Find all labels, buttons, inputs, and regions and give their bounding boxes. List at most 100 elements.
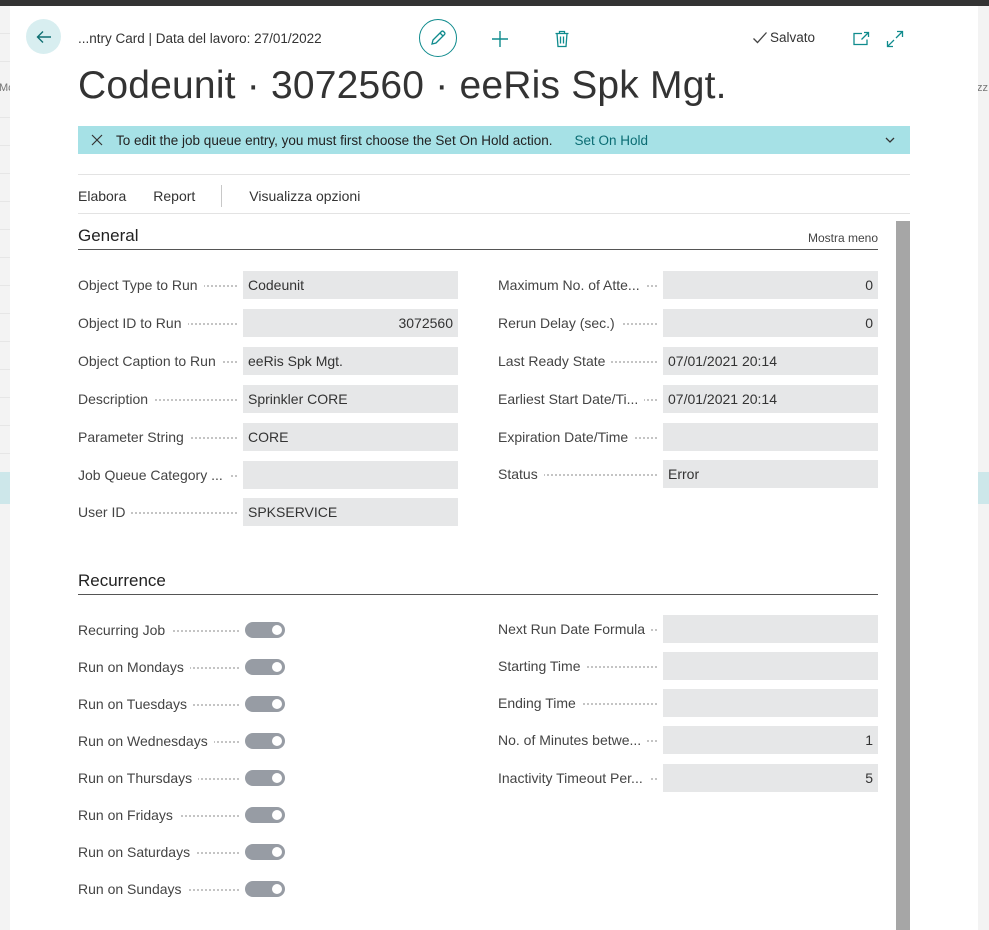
run-mondays-toggle[interactable] xyxy=(245,659,285,675)
field-description: Description Sprinkler CORE xyxy=(78,385,458,413)
field-run-mondays: Run on Mondays xyxy=(78,653,285,681)
max-attempts-input[interactable]: 0 xyxy=(663,271,878,299)
field-max-attempts: Maximum No. of Atte... 0 xyxy=(498,271,878,299)
object-id-input[interactable]: 3072560 xyxy=(243,309,458,337)
field-object-caption: Object Caption to Run eeRis Spk Mgt. xyxy=(78,347,458,375)
close-icon xyxy=(91,134,103,146)
field-label: Ending Time xyxy=(498,695,582,711)
field-next-run-date-formula: Next Run Date Formula xyxy=(498,615,878,643)
show-less-link[interactable]: Mostra meno xyxy=(808,231,878,245)
field-label: Run on Wednesdays xyxy=(78,733,214,749)
field-status: Status Error xyxy=(498,460,878,488)
expand-button[interactable] xyxy=(884,28,906,50)
action-bar: Elabora Report Visualizza opzioni xyxy=(78,185,387,207)
action-process[interactable]: Elabora xyxy=(78,188,126,204)
dismiss-notification-button[interactable] xyxy=(91,134,107,146)
expiration-input[interactable] xyxy=(663,423,878,451)
plus-icon xyxy=(492,31,508,47)
field-parameter-string: Parameter String CORE xyxy=(78,423,458,451)
popout-icon xyxy=(853,31,870,46)
field-label: Expiration Date/Time xyxy=(498,429,635,445)
section-recurrence-title[interactable]: Recurrence xyxy=(78,571,166,591)
field-label: Object Caption to Run xyxy=(78,353,222,369)
saved-label: Salvato xyxy=(770,30,816,45)
chevron-down-icon xyxy=(885,137,895,143)
field-label: Run on Mondays xyxy=(78,659,190,675)
run-fridays-toggle[interactable] xyxy=(245,807,285,823)
field-label: Recurring Job xyxy=(78,622,172,638)
object-caption-input[interactable]: eeRis Spk Mgt. xyxy=(243,347,458,375)
field-label: User ID xyxy=(78,504,132,520)
run-sundays-toggle[interactable] xyxy=(245,881,285,897)
delete-button[interactable] xyxy=(550,27,574,51)
set-on-hold-link[interactable]: Set On Hold xyxy=(575,133,649,148)
run-saturdays-toggle[interactable] xyxy=(245,844,285,860)
field-label: Inactivity Timeout Per... xyxy=(498,770,649,786)
inactivity-timeout-input[interactable]: 5 xyxy=(663,764,878,792)
run-wednesdays-toggle[interactable] xyxy=(245,733,285,749)
back-button[interactable] xyxy=(26,19,61,54)
saved-status: Salvato xyxy=(752,30,815,45)
rerun-delay-input[interactable]: 0 xyxy=(663,309,878,337)
field-label: Run on Tuesdays xyxy=(78,696,193,712)
starting-time-input[interactable] xyxy=(663,652,878,680)
field-run-saturdays: Run on Saturdays xyxy=(78,838,285,866)
user-id-input[interactable]: SPKSERVICE xyxy=(243,498,458,526)
checkmark-icon xyxy=(753,31,767,43)
scrollbar[interactable] xyxy=(896,221,910,930)
field-last-ready-state: Last Ready State 07/01/2021 20:14 xyxy=(498,347,878,375)
job-queue-entry-card: ...ntry Card | Data del lavoro: 27/01/20… xyxy=(10,6,978,930)
field-ending-time: Ending Time xyxy=(498,689,878,717)
field-label: Run on Saturdays xyxy=(78,844,197,860)
new-button[interactable] xyxy=(488,27,512,51)
background-text-fragment: zz xyxy=(977,82,988,94)
field-label: Run on Sundays xyxy=(78,881,188,897)
run-tuesdays-toggle[interactable] xyxy=(245,696,285,712)
field-label: Parameter String xyxy=(78,429,190,445)
field-label: Object ID to Run xyxy=(78,315,188,331)
field-label: Maximum No. of Atte... xyxy=(498,277,646,293)
ending-time-input[interactable] xyxy=(663,689,878,717)
parameter-string-input[interactable]: CORE xyxy=(243,423,458,451)
section-recurrence-header: Recurrence xyxy=(78,571,878,595)
status-input[interactable]: Error xyxy=(663,460,878,488)
field-minutes-between-runs: No. of Minutes betwe... 1 xyxy=(498,726,878,754)
object-type-input[interactable]: Codeunit xyxy=(243,271,458,299)
action-report[interactable]: Report xyxy=(153,188,195,204)
notification-expand-button[interactable] xyxy=(884,134,896,149)
action-separator xyxy=(221,185,223,207)
notification-bar: To edit the job queue entry, you must fi… xyxy=(78,126,910,154)
field-run-thursdays: Run on Thursdays xyxy=(78,764,285,792)
page-title: Codeunit · 3072560 · eeRis Spk Mgt. xyxy=(78,64,727,107)
open-new-window-button[interactable] xyxy=(850,29,872,49)
field-label: Rerun Delay (sec.) xyxy=(498,315,621,331)
field-recurring-job: Recurring Job xyxy=(78,616,285,644)
job-queue-category-input[interactable] xyxy=(243,461,458,489)
action-view-options[interactable]: Visualizza opzioni xyxy=(249,188,360,204)
recurring-job-toggle[interactable] xyxy=(245,622,285,638)
field-label: Run on Fridays xyxy=(78,807,179,823)
trash-icon xyxy=(555,30,569,48)
field-run-sundays: Run on Sundays xyxy=(78,875,285,903)
edit-button[interactable] xyxy=(419,19,457,57)
breadcrumb[interactable]: ...ntry Card | Data del lavoro: 27/01/20… xyxy=(78,31,322,46)
arrow-left-icon xyxy=(36,30,51,43)
section-general-title[interactable]: General xyxy=(78,226,138,246)
field-object-id: Object ID to Run 3072560 xyxy=(78,309,458,337)
field-run-tuesdays: Run on Tuesdays xyxy=(78,690,285,718)
field-earliest-start: Earliest Start Date/Ti... 07/01/2021 20:… xyxy=(498,385,878,413)
background-list-left: Mc xyxy=(0,6,14,930)
section-general-header: General Mostra meno xyxy=(78,226,878,250)
minutes-between-runs-input[interactable]: 1 xyxy=(663,726,878,754)
notification-message: To edit the job queue entry, you must fi… xyxy=(116,132,553,148)
next-run-date-formula-input[interactable] xyxy=(663,615,878,643)
last-ready-state-input[interactable]: 07/01/2021 20:14 xyxy=(663,347,878,375)
earliest-start-input[interactable]: 07/01/2021 20:14 xyxy=(663,385,878,413)
divider xyxy=(78,174,910,175)
background-list-right: zz xyxy=(977,6,989,930)
field-label: Last Ready State xyxy=(498,353,612,369)
field-label: Starting Time xyxy=(498,658,587,674)
run-thursdays-toggle[interactable] xyxy=(245,770,285,786)
description-input[interactable]: Sprinkler CORE xyxy=(243,385,458,413)
field-expiration: Expiration Date/Time xyxy=(498,423,878,451)
